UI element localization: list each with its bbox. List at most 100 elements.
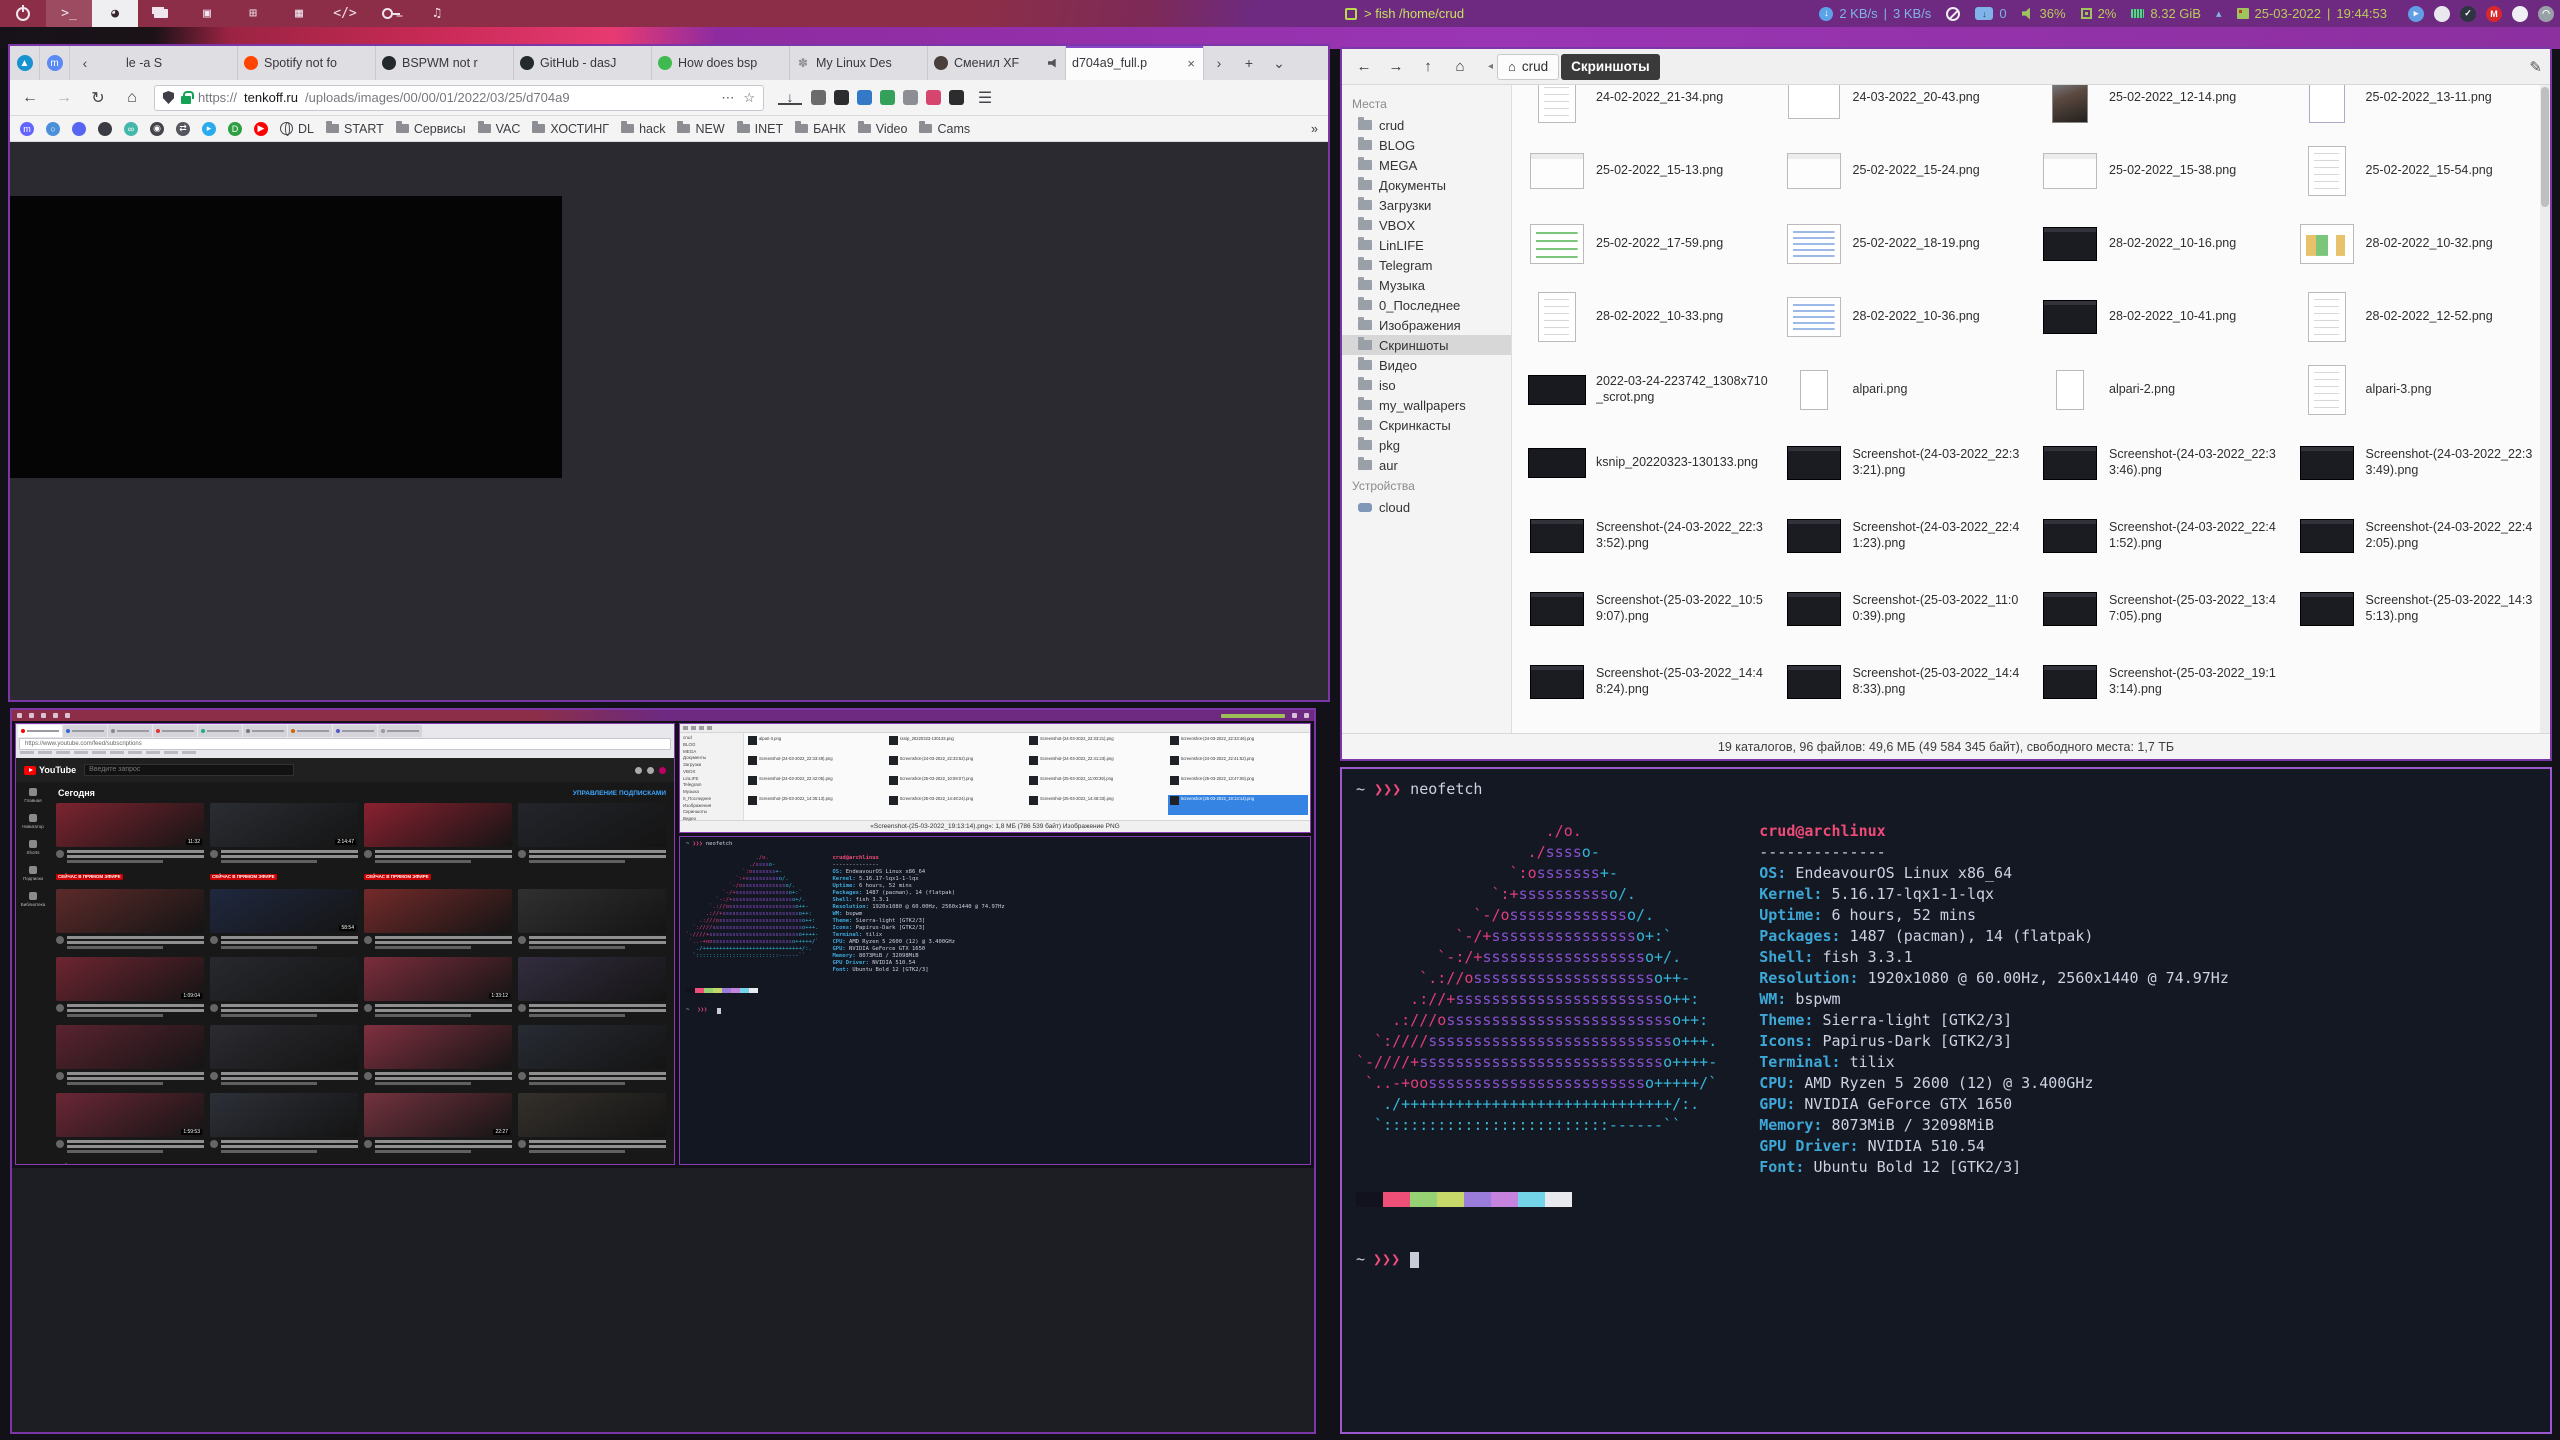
bookmark-folder[interactable]: Cams: [919, 122, 970, 136]
file-item[interactable]: alpari-2.png: [2033, 353, 2290, 426]
sidebar-item-VBOX[interactable]: VBOX: [1342, 215, 1511, 235]
bookmark-link[interactable]: DL: [280, 122, 314, 136]
sidebar-device-cloud[interactable]: cloud: [1342, 497, 1511, 517]
file-item[interactable]: 25-02-2022_12-14.png: [2033, 85, 2290, 134]
bookmark-folder[interactable]: INET: [737, 122, 783, 136]
shield-check-tray-icon[interactable]: ✓: [2460, 6, 2476, 22]
sidebar-item-Изображения[interactable]: Изображения: [1342, 315, 1511, 335]
infinity-bookmark-icon[interactable]: ∞: [124, 122, 138, 136]
file-item[interactable]: 28-02-2022_10-16.png: [2033, 207, 2290, 280]
swap-bookmark-icon[interactable]: ⇄: [176, 122, 190, 136]
file-item[interactable]: Screenshot-(24-03-2022_22:33:46).png: [2033, 426, 2290, 499]
path-prev-icon[interactable]: ◂: [1488, 61, 1493, 72]
d-letter-bookmark-icon[interactable]: D: [228, 122, 242, 136]
power-button[interactable]: [0, 0, 46, 27]
sidebar-item-Скриншоты[interactable]: Скриншоты: [1342, 335, 1511, 355]
reload-button[interactable]: ↻: [86, 88, 110, 108]
file-item[interactable]: Screenshot-(24-03-2022_22:42:05).png: [2290, 499, 2547, 572]
youtube-bookmark-icon[interactable]: ▶: [254, 122, 268, 136]
fm-home-button[interactable]: ⌂: [1446, 54, 1474, 80]
launcher[interactable]: </>: [322, 0, 368, 27]
sidebar-item-BLOG[interactable]: BLOG: [1342, 135, 1511, 155]
workspace[interactable]: ▦: [276, 0, 322, 27]
mastodon-pinned-tab[interactable]: m: [40, 46, 70, 80]
tab[interactable]: le -a S: [100, 46, 238, 80]
downloads-button[interactable]: ↓: [778, 91, 802, 105]
discord-bookmark-icon[interactable]: [72, 122, 86, 136]
sidebar-item-LinLIFE[interactable]: LinLIFE: [1342, 235, 1511, 255]
telegram-bookmark-icon[interactable]: ▸: [202, 122, 216, 136]
tab[interactable]: Сменил XF: [928, 46, 1066, 80]
syncthing-tray-icon[interactable]: ◠: [2538, 6, 2554, 22]
forward-button[interactable]: →: [52, 89, 76, 107]
volume-module[interactable]: 36%: [2022, 6, 2066, 21]
fm-forward-button[interactable]: →: [1382, 54, 1410, 80]
extension-icon[interactable]: [903, 90, 918, 105]
sidebar-item-my_wallpapers[interactable]: my_wallpapers: [1342, 395, 1511, 415]
file-item[interactable]: 25-02-2022_15-38.png: [2033, 134, 2290, 207]
launcher[interactable]: [368, 0, 414, 27]
viewed-screenshot-image[interactable]: https://www.youtube.com/feed/subscriptio…: [12, 710, 1314, 1168]
tab-scroll-right-button[interactable]: ›: [1204, 46, 1234, 80]
sidebar-item-Загрузки[interactable]: Загрузки: [1342, 195, 1511, 215]
bookmark-folder[interactable]: Сервисы: [396, 122, 466, 136]
workspace[interactable]: ⊞: [230, 0, 276, 27]
file-item[interactable]: Screenshot-(25-03-2022_13:47:05).png: [2033, 572, 2290, 645]
file-item[interactable]: ksnip_20220323-130133.png: [1520, 426, 1777, 499]
tab-close-icon[interactable]: ×: [1185, 56, 1197, 71]
file-item[interactable]: Screenshot-(25-03-2022_19:13:14).png: [2033, 645, 2290, 718]
file-item[interactable]: 25-02-2022_15-54.png: [2290, 134, 2547, 207]
file-item[interactable]: 28-02-2022_12-52.png: [2290, 280, 2547, 353]
file-item[interactable]: Screenshot-(24-03-2022_22:33:21).png: [1777, 426, 2034, 499]
sidebar-item-Музыка[interactable]: Музыка: [1342, 275, 1511, 295]
network-module[interactable]: ↓ 2 KB/s | 3 KB/s: [1819, 6, 1931, 21]
bookmark-folder[interactable]: NEW: [677, 122, 724, 136]
edit-path-icon[interactable]: ✎: [2529, 58, 2542, 76]
back-button[interactable]: ←: [18, 89, 42, 107]
file-item[interactable]: 25-02-2022_15-24.png: [1777, 134, 2034, 207]
file-item[interactable]: alpari-3.png: [2290, 353, 2547, 426]
file-item[interactable]: 25-02-2022_17-59.png: [1520, 207, 1777, 280]
tab-scroll-left-button[interactable]: ‹: [70, 46, 100, 80]
archlinux-pinned-tab[interactable]: ▲: [10, 46, 40, 80]
bookmark-folder[interactable]: VAC: [478, 122, 521, 136]
fm-up-button[interactable]: ↑: [1414, 54, 1442, 80]
workspace[interactable]: >_: [46, 0, 92, 27]
file-item[interactable]: 25-02-2022_15-13.png: [1520, 134, 1777, 207]
scrollbar-thumb[interactable]: [2541, 87, 2549, 207]
avatar-bookmark-icon[interactable]: [98, 122, 112, 136]
dnd-icon[interactable]: [1946, 7, 1960, 21]
menu-button[interactable]: ☰: [973, 88, 997, 108]
bookmark-folder[interactable]: Video: [858, 122, 908, 136]
sidebar-item-iso[interactable]: iso: [1342, 375, 1511, 395]
file-item[interactable]: Screenshot-(25-03-2022_14:48:33).png: [1777, 645, 2034, 718]
tracking-shield-icon[interactable]: [163, 91, 174, 104]
file-item[interactable]: 28-02-2022_10-41.png: [2033, 280, 2290, 353]
sidebar-item-Скринкасты[interactable]: Скринкасты: [1342, 415, 1511, 435]
telegram-tray-icon[interactable]: ▸: [2408, 6, 2424, 22]
path-button[interactable]: Скриншоты: [1561, 54, 1660, 80]
updates-module[interactable]: ↓ 0: [1975, 6, 2006, 21]
eye-bookmark-icon[interactable]: ◉: [150, 122, 164, 136]
tab[interactable]: BSPWM not r: [376, 46, 514, 80]
tab[interactable]: GitHub - dasJ: [514, 46, 652, 80]
tab[interactable]: Spotify not fo: [238, 46, 376, 80]
file-item[interactable]: Screenshot-(24-03-2022_22:33:52).png: [1520, 499, 1777, 572]
mega-tray-icon[interactable]: M: [2486, 6, 2502, 22]
file-item[interactable]: Screenshot-(24-03-2022_22:33:49).png: [2290, 426, 2547, 499]
mastodon-bookmark-icon[interactable]: m: [20, 122, 34, 136]
sidebar-item-Видео[interactable]: Видео: [1342, 355, 1511, 375]
extension-icon[interactable]: [949, 90, 964, 105]
extension-icon[interactable]: [880, 90, 895, 105]
file-item[interactable]: 2022-03-24-223742_1308x710_scrot.png: [1520, 353, 1777, 426]
workspace[interactable]: ◕: [92, 0, 138, 27]
page-actions-icon[interactable]: ⋯: [721, 90, 734, 106]
file-item[interactable]: Screenshot-(25-03-2022_14:48:24).png: [1520, 645, 1777, 718]
location-tray-icon[interactable]: [2512, 6, 2528, 22]
bookmark-star-icon[interactable]: ☆: [743, 90, 755, 106]
file-item[interactable]: 28-02-2022_10-33.png: [1520, 280, 1777, 353]
path-button[interactable]: ⌂crud: [1497, 54, 1559, 80]
sidebar-item-Документы[interactable]: Документы: [1342, 175, 1511, 195]
sidebar-item-aur[interactable]: aur: [1342, 455, 1511, 475]
workspace[interactable]: ▣: [184, 0, 230, 27]
